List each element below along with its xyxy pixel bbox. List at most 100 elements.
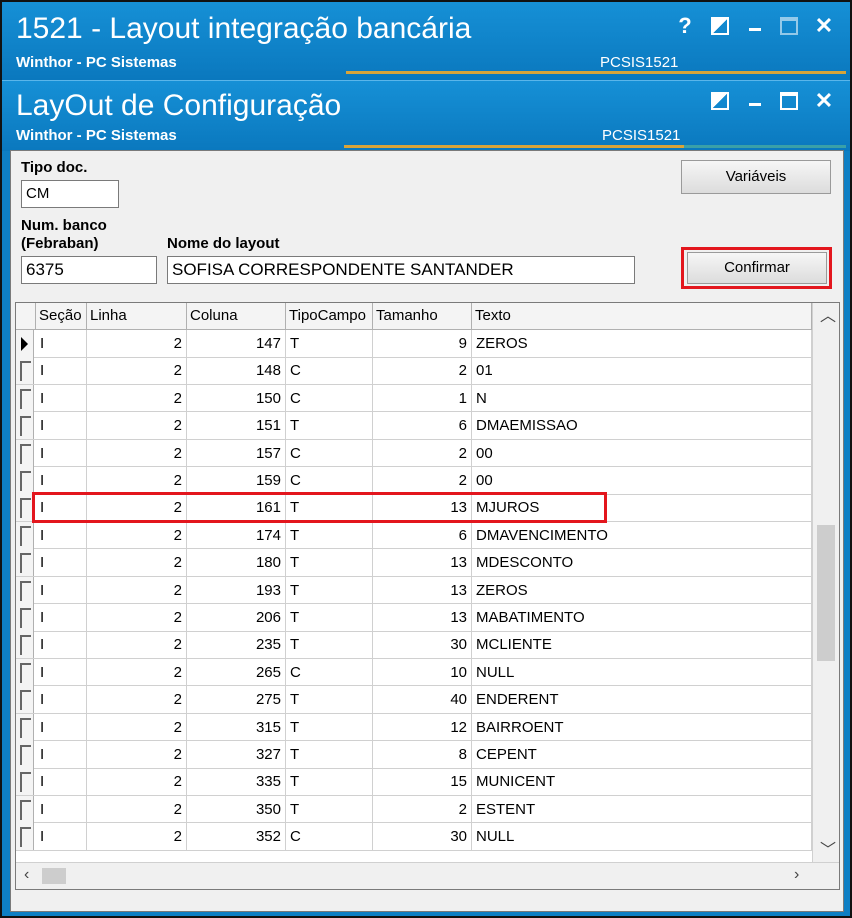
cell-linha[interactable]: 2 <box>87 330 187 357</box>
cell-texto[interactable]: DMAEMISSAO <box>472 412 812 440</box>
cell-linha[interactable]: 2 <box>87 576 187 604</box>
cell-secao[interactable]: I <box>36 741 87 768</box>
cell-texto[interactable]: MDESCONTO <box>472 549 812 577</box>
row-indicator[interactable] <box>16 384 34 412</box>
row-indicator[interactable] <box>16 521 34 549</box>
cell-tamanho[interactable]: 12 <box>373 713 472 741</box>
cell-tipocampo[interactable]: T <box>286 686 373 714</box>
cell-secao[interactable]: I <box>36 631 87 659</box>
help-icon[interactable]: ? <box>672 14 698 38</box>
cell-tipocampo[interactable]: T <box>286 549 373 577</box>
cell-tipocampo[interactable]: C <box>286 384 373 412</box>
cell-linha[interactable]: 2 <box>87 384 187 412</box>
cell-coluna[interactable]: 193 <box>187 576 286 604</box>
table-row[interactable]: I 2 350 T 2 ESTENT <box>16 795 812 824</box>
cell-secao[interactable]: I <box>36 521 87 549</box>
cell-coluna[interactable]: 235 <box>187 631 286 659</box>
cell-coluna[interactable]: 315 <box>187 713 286 741</box>
cell-secao[interactable]: I <box>36 604 87 631</box>
cell-linha[interactable]: 2 <box>87 357 187 385</box>
cell-tipocampo[interactable]: C <box>286 823 373 851</box>
cell-coluna[interactable]: 350 <box>187 795 286 823</box>
table-row[interactable]: I 2 174 T 6 DMAVENCIMENTO <box>16 521 812 550</box>
cell-secao[interactable]: I <box>36 330 87 357</box>
cell-tipocampo[interactable]: C <box>286 357 373 385</box>
cell-linha[interactable]: 2 <box>87 412 187 440</box>
cell-secao[interactable]: I <box>36 768 87 796</box>
cell-coluna[interactable]: 275 <box>187 686 286 714</box>
cell-secao[interactable]: I <box>36 686 87 714</box>
cell-linha[interactable]: 2 <box>87 768 187 796</box>
cell-linha[interactable]: 2 <box>87 713 187 741</box>
row-indicator[interactable] <box>16 713 34 741</box>
maximize-icon[interactable] <box>776 91 802 115</box>
cell-tamanho[interactable]: 8 <box>373 741 472 768</box>
cell-tipocampo[interactable]: T <box>286 604 373 631</box>
table-row[interactable]: I 2 150 C 1 N <box>16 384 812 413</box>
restore-icon[interactable] <box>707 91 733 115</box>
cell-texto[interactable]: ZEROS <box>472 576 812 604</box>
cell-tamanho[interactable]: 13 <box>373 549 472 577</box>
cell-texto[interactable]: ESTENT <box>472 795 812 823</box>
chevron-left-icon[interactable]: ‹ <box>24 865 29 885</box>
header-tamanho[interactable]: Tamanho <box>373 303 472 329</box>
table-row[interactable]: I 2 235 T 30 MCLIENTE <box>16 631 812 659</box>
cell-coluna[interactable]: 148 <box>187 357 286 385</box>
chevron-up-icon[interactable]: ︿ <box>820 307 836 327</box>
cell-tamanho[interactable]: 2 <box>373 467 472 494</box>
row-indicator[interactable] <box>16 741 34 768</box>
tipo-doc-field[interactable]: CM <box>21 180 119 208</box>
header-linha[interactable]: Linha <box>87 303 187 329</box>
header-texto[interactable]: Texto <box>472 303 812 329</box>
cell-texto[interactable]: N <box>472 384 812 412</box>
cell-coluna[interactable]: 150 <box>187 384 286 412</box>
cell-texto[interactable]: DMAVENCIMENTO <box>472 521 812 549</box>
row-indicator[interactable] <box>16 768 34 796</box>
table-row[interactable]: I 2 352 C 30 NULL <box>16 823 812 851</box>
cell-secao[interactable]: I <box>36 439 87 467</box>
cell-tamanho[interactable]: 40 <box>373 686 472 714</box>
row-indicator[interactable] <box>16 686 34 714</box>
cell-tamanho[interactable]: 1 <box>373 384 472 412</box>
cell-texto[interactable]: NULL <box>472 658 812 686</box>
cell-secao[interactable]: I <box>36 823 87 851</box>
vertical-scrollbar[interactable]: ︿ ﹀ <box>812 303 839 863</box>
cell-texto[interactable]: MABATIMENTO <box>472 604 812 631</box>
row-indicator[interactable] <box>16 604 34 631</box>
cell-secao[interactable]: I <box>36 412 87 440</box>
table-row[interactable]: I 2 275 T 40 ENDERENT <box>16 686 812 714</box>
cell-tipocampo[interactable]: T <box>286 741 373 768</box>
table-row[interactable]: I 2 193 T 13 ZEROS <box>16 576 812 605</box>
row-indicator[interactable] <box>16 467 34 494</box>
cell-secao[interactable]: I <box>36 357 87 385</box>
cell-tamanho[interactable]: 2 <box>373 357 472 385</box>
vertical-scroll-thumb[interactable] <box>817 525 835 661</box>
cell-tamanho[interactable]: 6 <box>373 521 472 549</box>
cell-secao[interactable]: I <box>36 658 87 686</box>
table-row[interactable]: I 2 180 T 13 MDESCONTO <box>16 549 812 577</box>
table-row[interactable]: I 2 335 T 15 MUNICENT <box>16 768 812 796</box>
table-row[interactable]: I 2 157 C 2 00 <box>16 439 812 468</box>
cell-tipocampo[interactable]: T <box>286 795 373 823</box>
cell-tipocampo[interactable]: T <box>286 412 373 440</box>
cell-texto[interactable]: MCLIENTE <box>472 631 812 659</box>
cell-tipocampo[interactable]: C <box>286 658 373 686</box>
row-indicator[interactable] <box>16 549 34 577</box>
cell-tamanho[interactable]: 2 <box>373 439 472 467</box>
cell-secao[interactable]: I <box>36 795 87 823</box>
cell-tipocampo[interactable]: C <box>286 467 373 494</box>
table-row[interactable]: I 2 151 T 6 DMAEMISSAO <box>16 412 812 440</box>
restore-icon[interactable] <box>707 16 733 40</box>
cell-coluna[interactable]: 327 <box>187 741 286 768</box>
cell-linha[interactable]: 2 <box>87 795 187 823</box>
header-coluna[interactable]: Coluna <box>187 303 286 329</box>
cell-tamanho[interactable]: 10 <box>373 658 472 686</box>
cell-texto[interactable]: NULL <box>472 823 812 851</box>
cell-tamanho[interactable]: 30 <box>373 823 472 851</box>
nome-layout-field[interactable]: SOFISA CORRESPONDENTE SANTANDER <box>167 256 635 284</box>
cell-tamanho[interactable]: 2 <box>373 795 472 823</box>
cell-coluna[interactable]: 157 <box>187 439 286 467</box>
header-secao[interactable]: Seção <box>36 303 87 329</box>
cell-linha[interactable]: 2 <box>87 521 187 549</box>
cell-tipocampo[interactable]: T <box>286 768 373 796</box>
